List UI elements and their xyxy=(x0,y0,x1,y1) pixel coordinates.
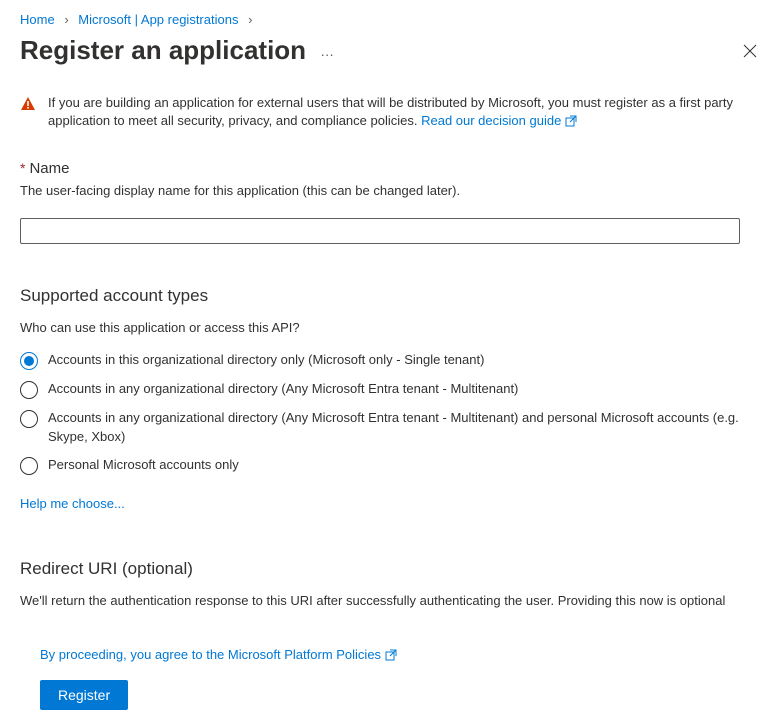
decision-guide-link[interactable]: Read our decision guide xyxy=(421,113,577,128)
redirect-heading: Redirect URI (optional) xyxy=(20,559,754,579)
radio-icon xyxy=(20,410,38,428)
close-icon xyxy=(743,44,757,58)
radio-icon xyxy=(20,457,38,475)
platform-policies-link[interactable]: By proceeding, you agree to the Microsof… xyxy=(40,647,397,664)
account-types-heading: Supported account types xyxy=(20,286,754,306)
close-button[interactable] xyxy=(740,41,760,61)
required-indicator: * xyxy=(20,160,25,176)
breadcrumb: Home › Microsoft | App registrations › xyxy=(20,12,760,27)
page-title: Register an application xyxy=(20,35,306,66)
radio-personal-only[interactable]: Personal Microsoft accounts only xyxy=(20,456,754,475)
external-link-icon xyxy=(385,649,397,664)
external-link-icon xyxy=(565,114,577,132)
footer: By proceeding, you agree to the Microsof… xyxy=(20,632,760,728)
warning-message: If you are building an application for e… xyxy=(48,95,733,128)
redirect-desc: We'll return the authentication response… xyxy=(20,593,754,608)
radio-icon xyxy=(20,381,38,399)
account-types-radio-group: Accounts in this organizational director… xyxy=(20,351,754,474)
form-scroll-area[interactable]: If you are building an application for e… xyxy=(20,94,760,632)
radio-multitenant-personal[interactable]: Accounts in any organizational directory… xyxy=(20,409,754,445)
radio-multitenant[interactable]: Accounts in any organizational directory… xyxy=(20,380,754,399)
radio-icon xyxy=(20,352,38,370)
help-me-choose-link[interactable]: Help me choose... xyxy=(20,496,125,511)
chevron-right-icon: › xyxy=(248,12,252,27)
chevron-right-icon: › xyxy=(64,12,68,27)
radio-label: Accounts in any organizational directory… xyxy=(48,380,518,398)
breadcrumb-parent[interactable]: Microsoft | App registrations xyxy=(78,12,238,27)
warning-icon xyxy=(20,96,36,112)
more-menu-icon[interactable]: … xyxy=(320,43,335,59)
radio-label: Accounts in any organizational directory… xyxy=(48,409,754,445)
breadcrumb-home[interactable]: Home xyxy=(20,12,55,27)
register-button[interactable]: Register xyxy=(40,680,128,710)
radio-single-tenant[interactable]: Accounts in this organizational director… xyxy=(20,351,754,370)
warning-text: If you are building an application for e… xyxy=(48,94,754,132)
radio-label: Personal Microsoft accounts only xyxy=(48,456,239,474)
radio-label: Accounts in this organizational director… xyxy=(48,351,484,369)
warning-alert: If you are building an application for e… xyxy=(20,94,754,132)
name-label: Name xyxy=(29,160,69,177)
name-input[interactable] xyxy=(20,218,740,244)
name-desc: The user-facing display name for this ap… xyxy=(20,183,754,198)
account-types-desc: Who can use this application or access t… xyxy=(20,320,754,335)
